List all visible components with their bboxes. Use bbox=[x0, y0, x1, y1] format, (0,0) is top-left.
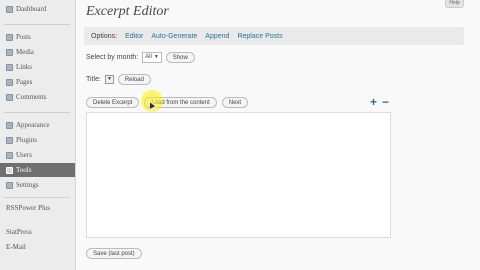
sidebar-item-posts[interactable]: Posts bbox=[0, 30, 75, 44]
title-select[interactable]: ▼ bbox=[104, 75, 114, 84]
sidebar-item-media[interactable]: Media bbox=[0, 45, 75, 59]
tools-icon bbox=[6, 166, 13, 174]
options-link-append[interactable]: Append bbox=[205, 33, 229, 40]
options-link-auto-generate[interactable]: Auto-Generate bbox=[151, 33, 197, 40]
reload-button[interactable]: Reload bbox=[117, 74, 151, 85]
admin-sidebar: Dashboard Posts Media Links Pages Commen… bbox=[0, 0, 76, 270]
sidebar-item-statpress[interactable]: StatPress bbox=[0, 227, 75, 237]
sidebar-item-tools[interactable]: Tools bbox=[0, 163, 75, 177]
sidebar-item-settings[interactable]: Settings bbox=[0, 178, 75, 192]
media-icon bbox=[6, 48, 13, 56]
sidebar-item-label: Users bbox=[16, 151, 32, 159]
sidebar-item-label: Links bbox=[16, 63, 32, 71]
sidebar-divider bbox=[4, 197, 70, 198]
chevron-down-icon: ▼ bbox=[106, 76, 112, 82]
page-title: Excerpt Editor bbox=[86, 4, 169, 19]
sidebar-item-dashboard[interactable]: Dashboard bbox=[0, 2, 75, 16]
sidebar-divider bbox=[4, 24, 70, 25]
sidebar-item-label: Media bbox=[16, 48, 34, 56]
sidebar-item-comments[interactable]: Comments bbox=[0, 90, 75, 104]
title-label: Title: bbox=[86, 76, 101, 83]
chevron-down-icon: ▼ bbox=[153, 54, 159, 60]
sidebar-item-email[interactable]: E-Mail bbox=[0, 242, 75, 252]
plus-icon[interactable]: + bbox=[370, 96, 377, 108]
dashboard-icon bbox=[6, 5, 13, 13]
delete-excerpt-button[interactable]: Delete Excerpt bbox=[86, 97, 140, 108]
next-button[interactable]: Next bbox=[221, 97, 249, 108]
sidebar-item-label: Settings bbox=[16, 181, 39, 189]
sidebar-item-label: Pages bbox=[16, 78, 33, 86]
appearance-icon bbox=[6, 121, 13, 129]
save-button[interactable]: Save (last post) bbox=[86, 248, 142, 259]
users-icon bbox=[6, 151, 13, 159]
month-select-value: All bbox=[145, 54, 152, 60]
sidebar-item-label: Plugins bbox=[16, 136, 38, 144]
pin-icon bbox=[6, 33, 13, 41]
save-row: Save (last post) bbox=[86, 248, 142, 259]
comment-icon bbox=[6, 93, 13, 101]
excerpt-textarea[interactable] bbox=[86, 112, 391, 238]
sidebar-item-label: RSSPower Plus bbox=[6, 204, 51, 212]
month-filter-row: Select by month: All ▼ Show bbox=[86, 52, 195, 63]
sidebar-item-label: Comments bbox=[16, 93, 47, 101]
sidebar-item-label: Dashboard bbox=[16, 5, 47, 13]
options-bar: Options: Editor Auto-Generate Append Rep… bbox=[84, 27, 464, 45]
help-tab[interactable]: Help bbox=[445, 0, 464, 8]
options-link-editor[interactable]: Editor bbox=[125, 33, 143, 40]
sidebar-item-label: Tools bbox=[16, 166, 32, 174]
sidebar-item-rsspower[interactable]: RSSPower Plus bbox=[0, 203, 75, 213]
sidebar-item-label: Posts bbox=[16, 33, 31, 41]
sidebar-item-users[interactable]: Users bbox=[0, 148, 75, 162]
sidebar-item-plugins[interactable]: Plugins bbox=[0, 133, 75, 147]
sidebar-item-label: E-Mail bbox=[6, 243, 26, 251]
title-row: Title: ▼ Reload bbox=[86, 74, 151, 85]
sidebar-item-label: StatPress bbox=[6, 228, 32, 236]
sidebar-item-appearance[interactable]: Appearance bbox=[0, 118, 75, 132]
month-select[interactable]: All ▼ bbox=[142, 52, 162, 63]
settings-icon bbox=[6, 181, 13, 189]
sidebar-item-label: Appearance bbox=[16, 121, 50, 129]
page-icon bbox=[6, 78, 13, 86]
main-content: Excerpt Editor Help Options: Editor Auto… bbox=[76, 0, 480, 270]
sidebar-item-pages[interactable]: Pages bbox=[0, 75, 75, 89]
show-button[interactable]: Show bbox=[165, 52, 195, 63]
options-link-replace-posts[interactable]: Replace Posts bbox=[237, 33, 282, 40]
options-label: Options: bbox=[91, 32, 118, 40]
sidebar-item-links[interactable]: Links bbox=[0, 60, 75, 74]
link-icon bbox=[6, 63, 13, 71]
plugin-icon bbox=[6, 136, 13, 144]
minus-icon[interactable]: − bbox=[382, 96, 389, 108]
month-filter-label: Select by month: bbox=[86, 54, 139, 61]
excerpt-actions-row: Delete Excerpt Load from the content Nex… bbox=[86, 97, 249, 108]
sidebar-divider bbox=[4, 112, 70, 113]
